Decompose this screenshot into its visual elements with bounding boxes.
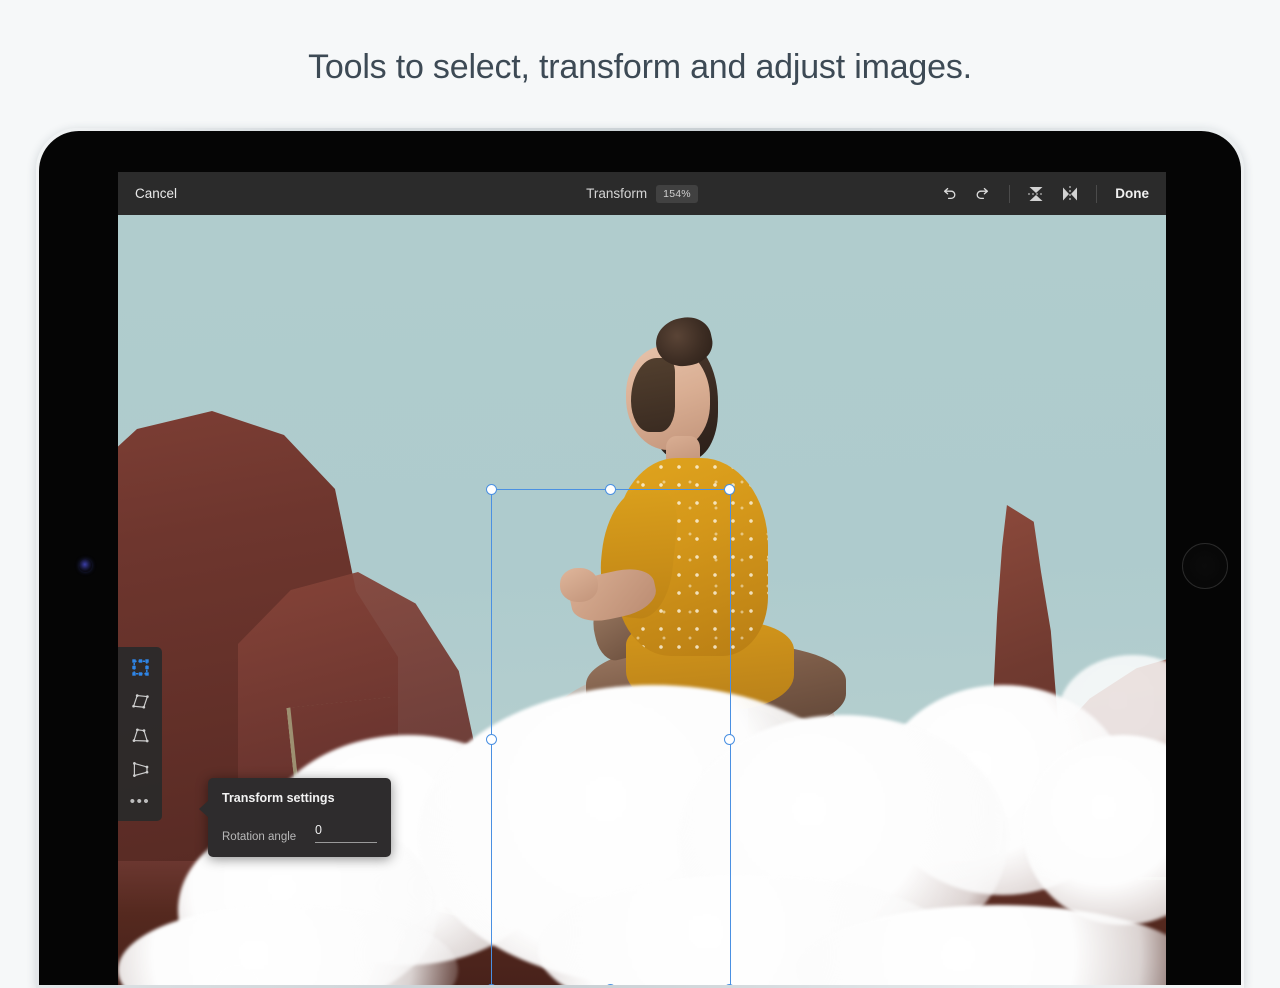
rotation-angle-input[interactable]: 0: [315, 821, 377, 843]
page-title: Transform: [586, 186, 647, 201]
tool-skew[interactable]: [125, 689, 155, 713]
perspective-icon: [131, 760, 150, 779]
tool-free-transform[interactable]: [125, 655, 155, 679]
image-canvas[interactable]: ••• Transform settings Rotation angle 0: [118, 215, 1166, 985]
toolbar-actions: Done: [932, 177, 1166, 211]
front-camera-icon: [79, 559, 92, 572]
free-transform-icon: [131, 658, 150, 677]
app-screen: Cancel Transform 154%: [118, 172, 1166, 985]
redo-icon: [973, 184, 993, 204]
transform-tool-rail: •••: [118, 647, 162, 821]
home-button[interactable]: [1182, 543, 1228, 589]
done-button[interactable]: Done: [1106, 180, 1158, 207]
skew-icon: [131, 692, 150, 711]
tool-distort[interactable]: [125, 723, 155, 747]
device-bezel: Cancel Transform 154%: [39, 131, 1241, 985]
rotation-angle-value: 0: [315, 823, 322, 837]
tablet-device: Cancel Transform 154%: [36, 128, 1244, 988]
page-headline: Tools to select, transform and adjust im…: [0, 48, 1280, 87]
rotation-angle-row: Rotation angle 0: [222, 821, 377, 843]
top-toolbar: Cancel Transform 154%: [118, 172, 1166, 215]
distort-icon: [131, 726, 150, 745]
girl-hand: [560, 568, 598, 602]
flip-vertical-button[interactable]: [1019, 177, 1053, 211]
flip-horizontal-icon: [1059, 183, 1081, 205]
redo-button[interactable]: [966, 177, 1000, 211]
undo-button[interactable]: [932, 177, 966, 211]
flip-horizontal-button[interactable]: [1053, 177, 1087, 211]
rotation-angle-label: Rotation angle: [222, 831, 296, 843]
more-options-button[interactable]: •••: [130, 793, 151, 811]
toolbar-divider-2: [1096, 185, 1097, 203]
toolbar-divider-1: [1009, 185, 1010, 203]
zoom-level-badge[interactable]: 154%: [656, 185, 698, 203]
undo-icon: [939, 184, 959, 204]
tool-perspective[interactable]: [125, 757, 155, 781]
flip-vertical-icon: [1025, 183, 1047, 205]
transform-settings-popover: Transform settings Rotation angle 0: [208, 778, 391, 857]
cancel-button[interactable]: Cancel: [127, 180, 185, 207]
popover-title: Transform settings: [222, 791, 377, 805]
